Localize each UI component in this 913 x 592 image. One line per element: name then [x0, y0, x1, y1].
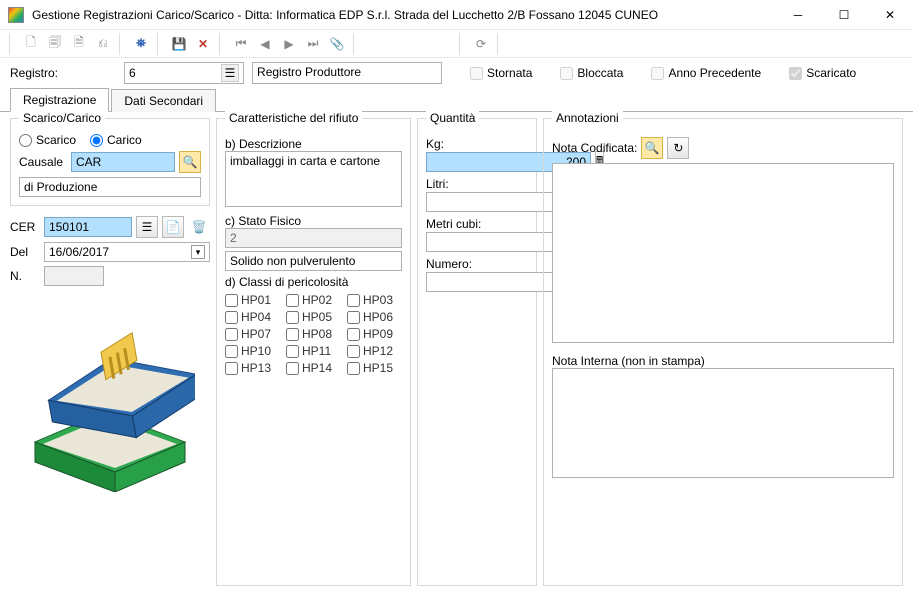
group-title-qty: Quantità — [426, 111, 479, 125]
cer-label: CER — [10, 220, 40, 234]
undo-icon[interactable]: ⎌ — [92, 33, 114, 55]
chk-hp13[interactable]: HP13 — [225, 361, 280, 375]
nota-codificata-label: Nota Codificata: — [552, 141, 637, 155]
stato-fisico-desc — [225, 251, 402, 271]
kg-label: Kg: — [426, 137, 528, 151]
delete-icon[interactable]: ✕ — [192, 33, 214, 55]
group-title-rif: Caratteristiche del rifiuto — [225, 111, 362, 125]
chk-anno-precedente[interactable]: Anno Precedente — [651, 66, 761, 80]
nota-refresh-icon[interactable]: ↻ — [667, 137, 689, 159]
group-scarico-carico: Scarico/Carico Scarico Carico Causale CA… — [10, 118, 210, 206]
cer-doc-icon[interactable]: 📄 — [162, 216, 184, 238]
minimize-button[interactable]: ─ — [775, 0, 821, 30]
chk-scaricato[interactable]: Scaricato — [789, 66, 856, 80]
group-title-ann: Annotazioni — [552, 111, 623, 125]
registro-label: Registro: — [10, 66, 58, 80]
litri-label: Litri: — [426, 177, 528, 191]
col-scarico-carico: Scarico/Carico Scarico Carico Causale CA… — [10, 118, 210, 586]
chk-hp14[interactable]: HP14 — [286, 361, 341, 375]
del-date-input[interactable]: 16/06/2017 ▾ — [44, 242, 210, 262]
chk-hp11[interactable]: HP11 — [286, 344, 341, 358]
nota-lookup-icon[interactable]: 🔍 — [641, 137, 663, 159]
chk-hp10[interactable]: HP10 — [225, 344, 280, 358]
chk-hp06[interactable]: HP06 — [347, 310, 402, 324]
stato-fisico-label: c) Stato Fisico — [225, 214, 402, 228]
chk-hp12[interactable]: HP12 — [347, 344, 402, 358]
del-label: Del — [10, 245, 40, 259]
books-illustration — [25, 312, 195, 492]
maximize-button[interactable]: ☐ — [821, 0, 867, 30]
chk-hp04[interactable]: HP04 — [225, 310, 280, 324]
registro-num-input[interactable]: 6 ☰ — [124, 62, 244, 84]
group-caratteristiche: Caratteristiche del rifiuto b) Descrizio… — [216, 118, 411, 586]
causale-input[interactable]: CAR — [71, 152, 175, 172]
attach-icon[interactable]: 📎 — [326, 33, 348, 55]
stato-fisico-num[interactable] — [225, 228, 402, 248]
last-icon[interactable]: ⏭ — [302, 33, 324, 55]
del-date-value: 16/06/2017 — [49, 245, 109, 259]
chk-hp07[interactable]: HP07 — [225, 327, 280, 341]
nota-interna-textarea[interactable] — [552, 368, 894, 478]
cer-input[interactable]: 150101 — [44, 217, 132, 237]
open-icon[interactable]: 🗐 — [44, 33, 66, 55]
tab-strip: Registrazione Dati Secondari — [0, 88, 913, 112]
metri-label: Metri cubi: — [426, 217, 528, 231]
hp-grid: HP01 HP02 HP03 HP04 HP05 HP06 HP07 HP08 … — [225, 293, 402, 375]
chk-hp02[interactable]: HP02 — [286, 293, 341, 307]
refresh-icon[interactable]: ⟳ — [470, 33, 492, 55]
numero-label: Numero: — [426, 257, 528, 271]
chk-bloccata[interactable]: Bloccata — [560, 66, 623, 80]
registro-row: Registro: 6 ☰ Registro Produttore Storna… — [0, 58, 913, 88]
app-icon — [8, 7, 24, 23]
cer-trash-icon[interactable]: 🗑️ — [188, 216, 210, 238]
next-icon[interactable]: ▶ — [278, 33, 300, 55]
causale-desc: di Produzione — [19, 177, 201, 197]
descrizione-textarea[interactable] — [225, 151, 402, 207]
registro-lookup-icon[interactable]: ☰ — [221, 64, 239, 82]
prev-icon[interactable]: ◀ — [254, 33, 276, 55]
chk-hp09[interactable]: HP09 — [347, 327, 402, 341]
group-annotazioni: Annotazioni Nota Codificata: 🔍 ↻ Nota In… — [543, 118, 903, 586]
new-icon[interactable]: 🗋 — [20, 33, 42, 55]
window-title: Gestione Registrazioni Carico/Scarico - … — [32, 8, 775, 22]
radio-scarico[interactable]: Scarico — [19, 133, 76, 147]
group-title-sc: Scarico/Carico — [19, 111, 105, 125]
n-label: N. — [10, 269, 40, 283]
find-icon[interactable]: ⛯ — [130, 33, 152, 55]
descrizione-label: b) Descrizione — [225, 137, 402, 151]
chk-hp03[interactable]: HP03 — [347, 293, 402, 307]
radio-carico[interactable]: Carico — [90, 133, 142, 147]
chk-hp15[interactable]: HP15 — [347, 361, 402, 375]
n-input[interactable] — [44, 266, 104, 286]
registro-num-value: 6 — [129, 66, 136, 80]
date-dropdown-icon[interactable]: ▾ — [191, 245, 205, 259]
close-button[interactable]: ✕ — [867, 0, 913, 30]
chk-hp08[interactable]: HP08 — [286, 327, 341, 341]
window-titlebar: Gestione Registrazioni Carico/Scarico - … — [0, 0, 913, 30]
save-icon[interactable]: 💾 — [168, 33, 190, 55]
nota-interna-label: Nota Interna (non in stampa) — [552, 354, 894, 368]
main-content: Scarico/Carico Scarico Carico Causale CA… — [0, 112, 913, 592]
copy-icon[interactable]: 🗎 — [68, 33, 90, 55]
classi-label: d) Classi di pericolosità — [225, 275, 402, 289]
chk-stornata[interactable]: Stornata — [470, 66, 532, 80]
chk-hp05[interactable]: HP05 — [286, 310, 341, 324]
nota-codificata-textarea[interactable] — [552, 163, 894, 343]
main-toolbar: 🗋 🗐 🗎 ⎌ ⛯ 💾 ✕ ⏮ ◀ ▶ ⏭ 📎 ⟳ — [0, 30, 913, 58]
first-icon[interactable]: ⏮ — [230, 33, 252, 55]
causale-lookup-icon[interactable]: 🔍 — [179, 151, 201, 173]
tab-dati-secondari[interactable]: Dati Secondari — [111, 89, 216, 112]
causale-label: Causale — [19, 155, 67, 169]
group-quantita: Quantità Kg: 🖩 Litri: 🖩 Metri cubi: 🖩 Nu… — [417, 118, 537, 586]
tab-registrazione[interactable]: Registrazione — [10, 88, 109, 112]
registro-desc: Registro Produttore — [252, 62, 442, 84]
cer-lookup-icon[interactable]: ☰ — [136, 216, 158, 238]
chk-hp01[interactable]: HP01 — [225, 293, 280, 307]
